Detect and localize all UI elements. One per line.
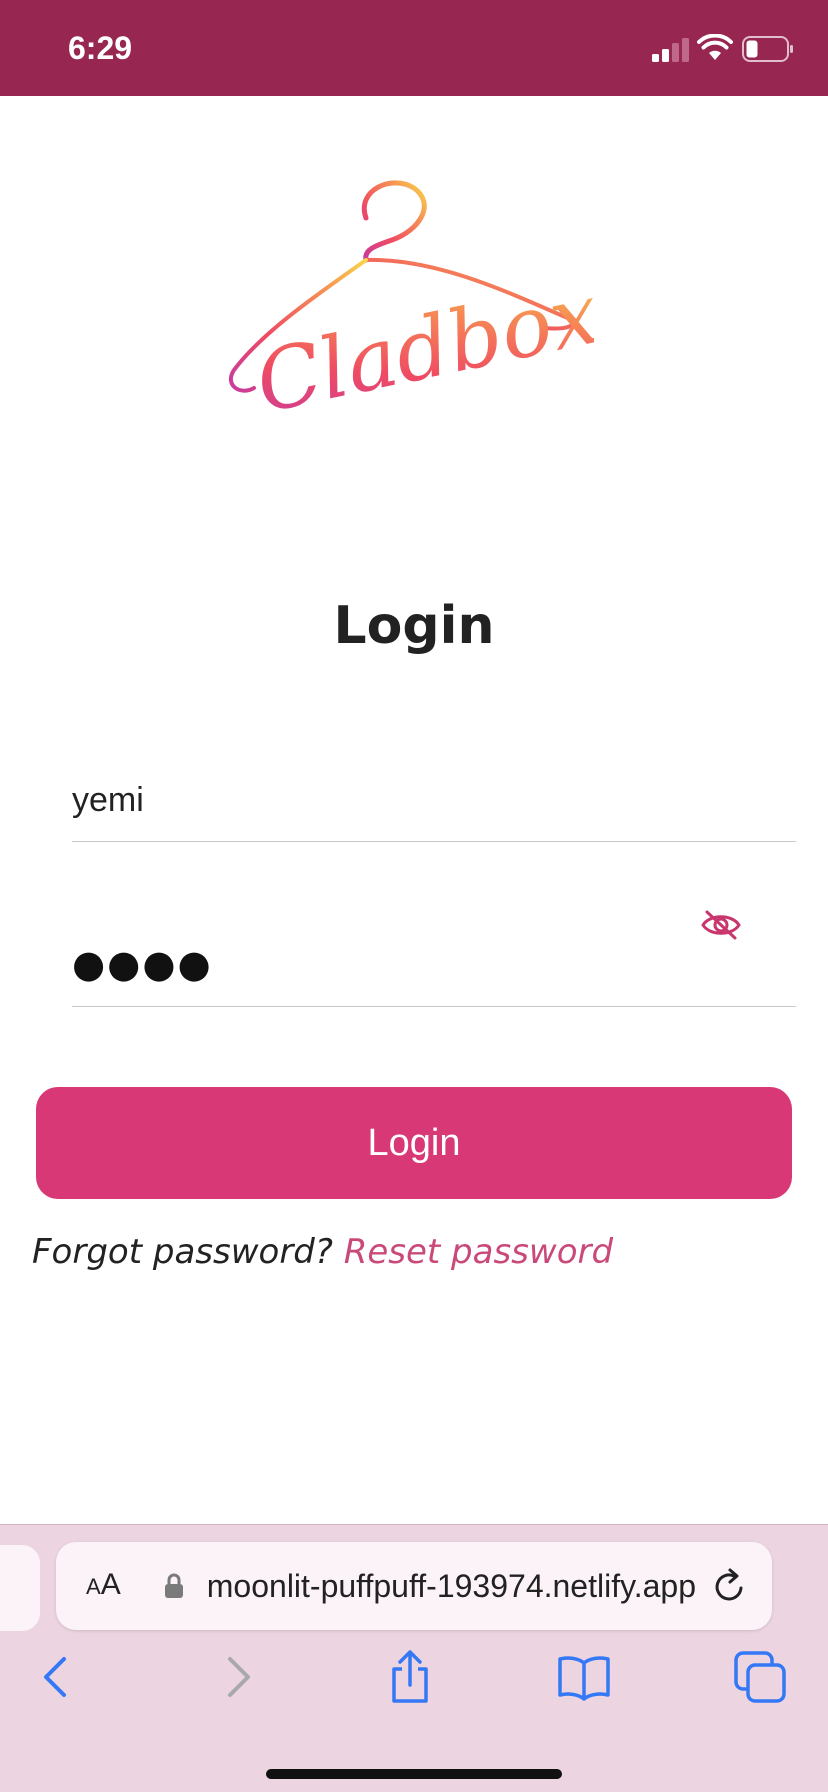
- share-icon[interactable]: [382, 1649, 438, 1705]
- address-bar[interactable]: AA moonlit-puffpuff-193974.netlify.app: [56, 1542, 772, 1630]
- aa-large: A: [100, 1568, 121, 1601]
- login-button[interactable]: Login: [36, 1087, 792, 1199]
- forward-icon[interactable]: [208, 1649, 264, 1705]
- tabs-icon[interactable]: [732, 1649, 788, 1705]
- reload-icon[interactable]: [710, 1566, 748, 1606]
- forgot-password-row: Forgot password? Reset password: [32, 1232, 613, 1272]
- password-field[interactable]: ●●●●: [72, 900, 796, 1007]
- bookmarks-icon[interactable]: [556, 1649, 612, 1705]
- cladbox-logo: Cladbox: [214, 170, 607, 432]
- reset-password-link[interactable]: Reset password: [344, 1232, 613, 1272]
- wifi-icon: [697, 34, 733, 60]
- password-input[interactable]: ●●●●: [72, 942, 213, 986]
- lock-icon: [165, 1573, 183, 1598]
- reader-settings-button[interactable]: AA: [86, 1568, 121, 1602]
- status-bar: 6:29: [0, 0, 828, 96]
- hanger-logo-icon: Cladbox: [228, 180, 607, 432]
- eye-slash-icon[interactable]: [700, 908, 742, 942]
- aa-small: A: [86, 1574, 101, 1599]
- back-icon[interactable]: [30, 1649, 86, 1705]
- status-time: 6:29: [68, 30, 133, 66]
- url-text: moonlit-puffpuff-193974.netlify.app: [206, 1568, 696, 1604]
- battery-icon: [742, 36, 793, 62]
- previous-tab-peek[interactable]: [0, 1545, 40, 1631]
- home-indicator: [266, 1769, 562, 1779]
- forgot-password-text: Forgot password?: [32, 1232, 333, 1272]
- url-display[interactable]: moonlit-puffpuff-193974.netlify.app: [192, 1564, 696, 1608]
- logo-wordmark: Cladbox: [248, 264, 594, 430]
- browser-toolbar: AA moonlit-puffpuff-193974.netlify.app: [0, 1524, 828, 1792]
- page-title: Login: [333, 596, 495, 656]
- username-field: [72, 760, 796, 842]
- username-input[interactable]: [72, 772, 796, 828]
- cellular-signal-icon: [652, 38, 689, 62]
